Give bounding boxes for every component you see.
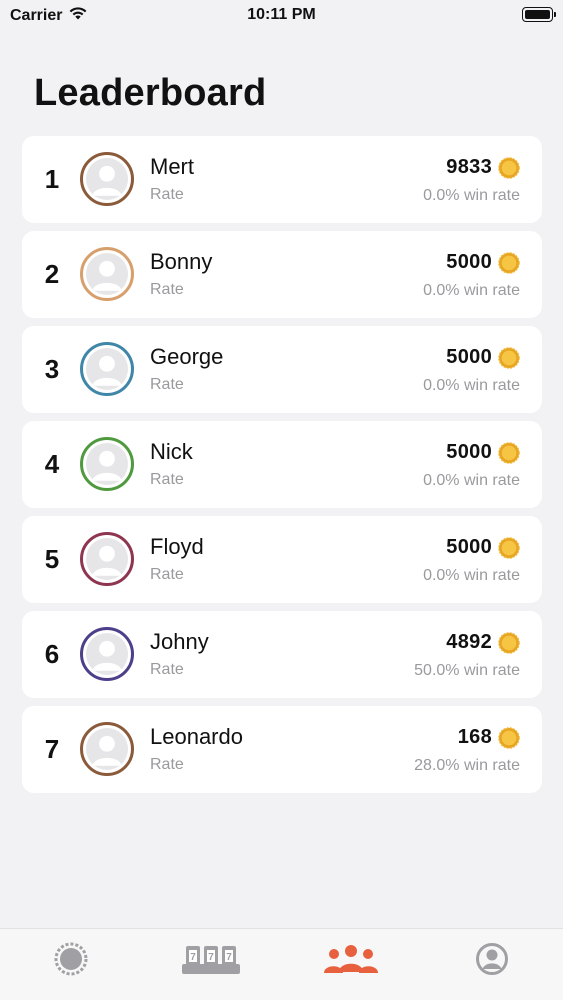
rank-number: 7 [44,734,60,764]
rank-number: 6 [44,639,60,669]
win-rate: 0.0% win rate [423,567,520,584]
coin-icon [498,631,520,654]
coin-balance: 5000 [446,536,520,559]
win-rate: 0.0% win rate [423,282,520,299]
avatar [80,152,134,206]
win-rate: 0.0% win rate [423,377,520,394]
coin-amount: 5000 [446,536,492,558]
player-name: Floyd [150,534,204,559]
rank-number: 1 [44,164,60,194]
coin-icon [498,346,520,369]
player-subtitle: Rate [150,661,184,678]
leaderboard-row[interactable]: 1 Mert Rate 9833 0.0% win rate [22,136,542,223]
status-bar: Carrier 10:11 PM [0,0,563,32]
player-subtitle: Rate [150,756,184,773]
roulette-icon [54,942,88,976]
leaderboard-row[interactable]: 5 Floyd Rate 5000 0.0% win rate [22,516,542,603]
player-name: Johny [150,629,209,654]
leaderboard-list: 1 Mert Rate 9833 0.0% win rate 2 Bonny R… [22,136,542,801]
svg-text:7: 7 [208,952,214,963]
coin-balance: 168 [458,726,520,749]
player-name: George [150,344,224,369]
win-rate: 28.0% win rate [414,757,520,774]
coin-balance: 5000 [446,441,520,464]
coin-amount: 4892 [446,631,492,653]
player-name: Mert [150,154,194,179]
tab-leaderboard[interactable] [316,939,386,979]
avatar-placeholder-icon [86,538,128,580]
avatar [80,532,134,586]
coin-icon [498,441,520,464]
tab-profile[interactable] [457,939,527,979]
rank-number: 4 [44,449,60,479]
coin-icon [498,251,520,274]
clock: 10:11 PM [247,6,316,23]
player-name: Nick [150,439,193,464]
coin-icon [498,156,520,179]
svg-text:7: 7 [190,952,196,963]
rank-number: 3 [44,354,60,384]
coin-balance: 9833 [446,156,520,179]
avatar [80,437,134,491]
rank-number: 2 [44,259,60,289]
avatar-placeholder-icon [86,443,128,485]
avatar-placeholder-icon [86,348,128,390]
leaderboard-row[interactable]: 2 Bonny Rate 5000 0.0% win rate [22,231,542,318]
avatar-placeholder-icon [86,728,128,770]
coin-amount: 5000 [446,441,492,463]
avatar [80,247,134,301]
tab-slots[interactable]: 7 7 7 [176,939,246,979]
coin-amount: 9833 [446,156,492,178]
coin-balance: 5000 [446,251,520,274]
avatar [80,627,134,681]
coin-amount: 5000 [446,251,492,273]
avatar [80,342,134,396]
coin-amount: 5000 [446,346,492,368]
avatar-placeholder-icon [86,633,128,675]
player-name: Bonny [150,249,213,274]
player-subtitle: Rate [150,471,184,488]
player-subtitle: Rate [150,281,184,298]
win-rate: 50.0% win rate [414,662,520,679]
coin-icon [498,726,520,749]
leaderboard-row[interactable]: 3 George Rate 5000 0.0% win rate [22,326,542,413]
avatar [80,722,134,776]
leaderboard-row[interactable]: 6 Johny Rate 4892 50.0% win rate [22,611,542,698]
avatar-placeholder-icon [86,253,128,295]
people-group-icon [324,945,378,973]
tab-bar: 7 7 7 [0,928,563,1000]
svg-text:7: 7 [226,952,232,963]
avatar-placeholder-icon [86,158,128,200]
player-subtitle: Rate [150,186,184,203]
coin-balance: 4892 [446,631,520,654]
tab-roulette[interactable] [36,939,106,979]
win-rate: 0.0% win rate [423,187,520,204]
profile-icon [476,943,508,975]
rank-number: 5 [44,544,60,574]
player-subtitle: Rate [150,566,184,583]
player-name: Leonardo [150,724,243,749]
page-title: Leaderboard [34,72,267,114]
win-rate: 0.0% win rate [423,472,520,489]
player-subtitle: Rate [150,376,184,393]
slot-machine-icon: 7 7 7 [182,946,240,974]
coin-balance: 5000 [446,346,520,369]
coin-icon [498,536,520,559]
leaderboard-row[interactable]: 7 Leonardo Rate 168 28.0% win rate [22,706,542,793]
coin-amount: 168 [457,726,492,748]
battery-icon [522,7,556,22]
leaderboard-row[interactable]: 4 Nick Rate 5000 0.0% win rate [22,421,542,508]
